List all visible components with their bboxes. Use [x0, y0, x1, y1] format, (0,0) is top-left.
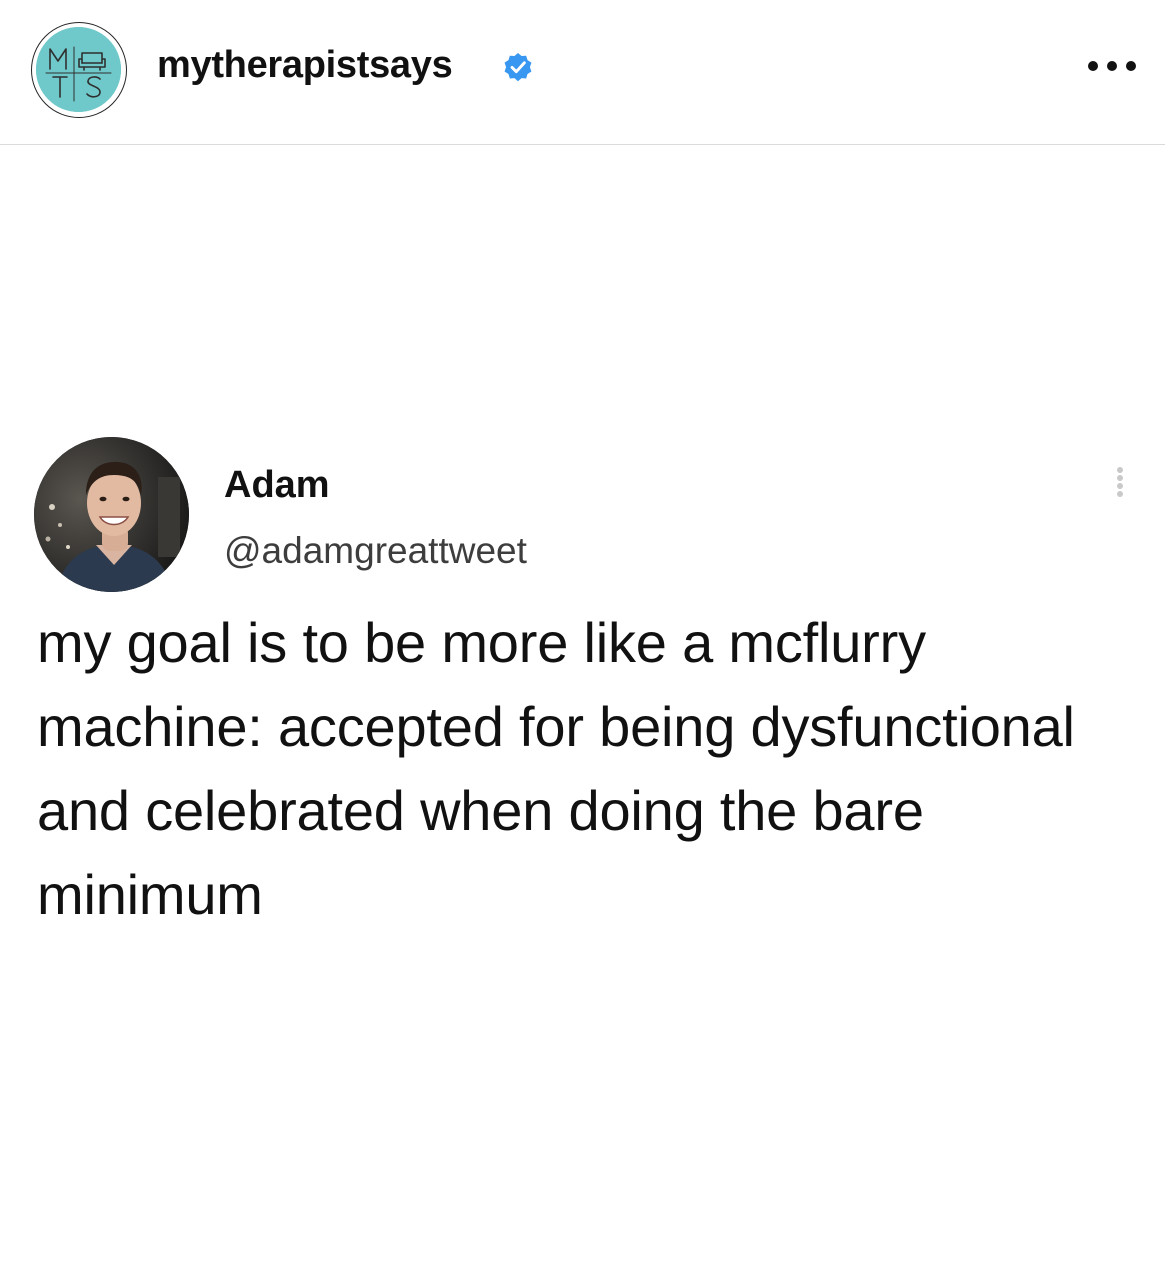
more-horizontal-icon[interactable]: [1087, 58, 1137, 74]
post-header: mytherapistsays: [0, 0, 1165, 145]
tweet-author-avatar: [34, 437, 189, 592]
more-vertical-icon: [1113, 464, 1127, 504]
mts-logo-icon: [36, 27, 121, 112]
account-username[interactable]: mytherapistsays: [157, 42, 453, 88]
verified-badge-icon: [501, 50, 535, 84]
account-avatar[interactable]: [31, 22, 127, 118]
tweet-author-name: Adam: [224, 464, 330, 506]
tweet-text: my goal is to be more like a mcflurry ma…: [37, 611, 1075, 926]
tweet-author-handle: @adamgreattweet: [224, 530, 527, 571]
